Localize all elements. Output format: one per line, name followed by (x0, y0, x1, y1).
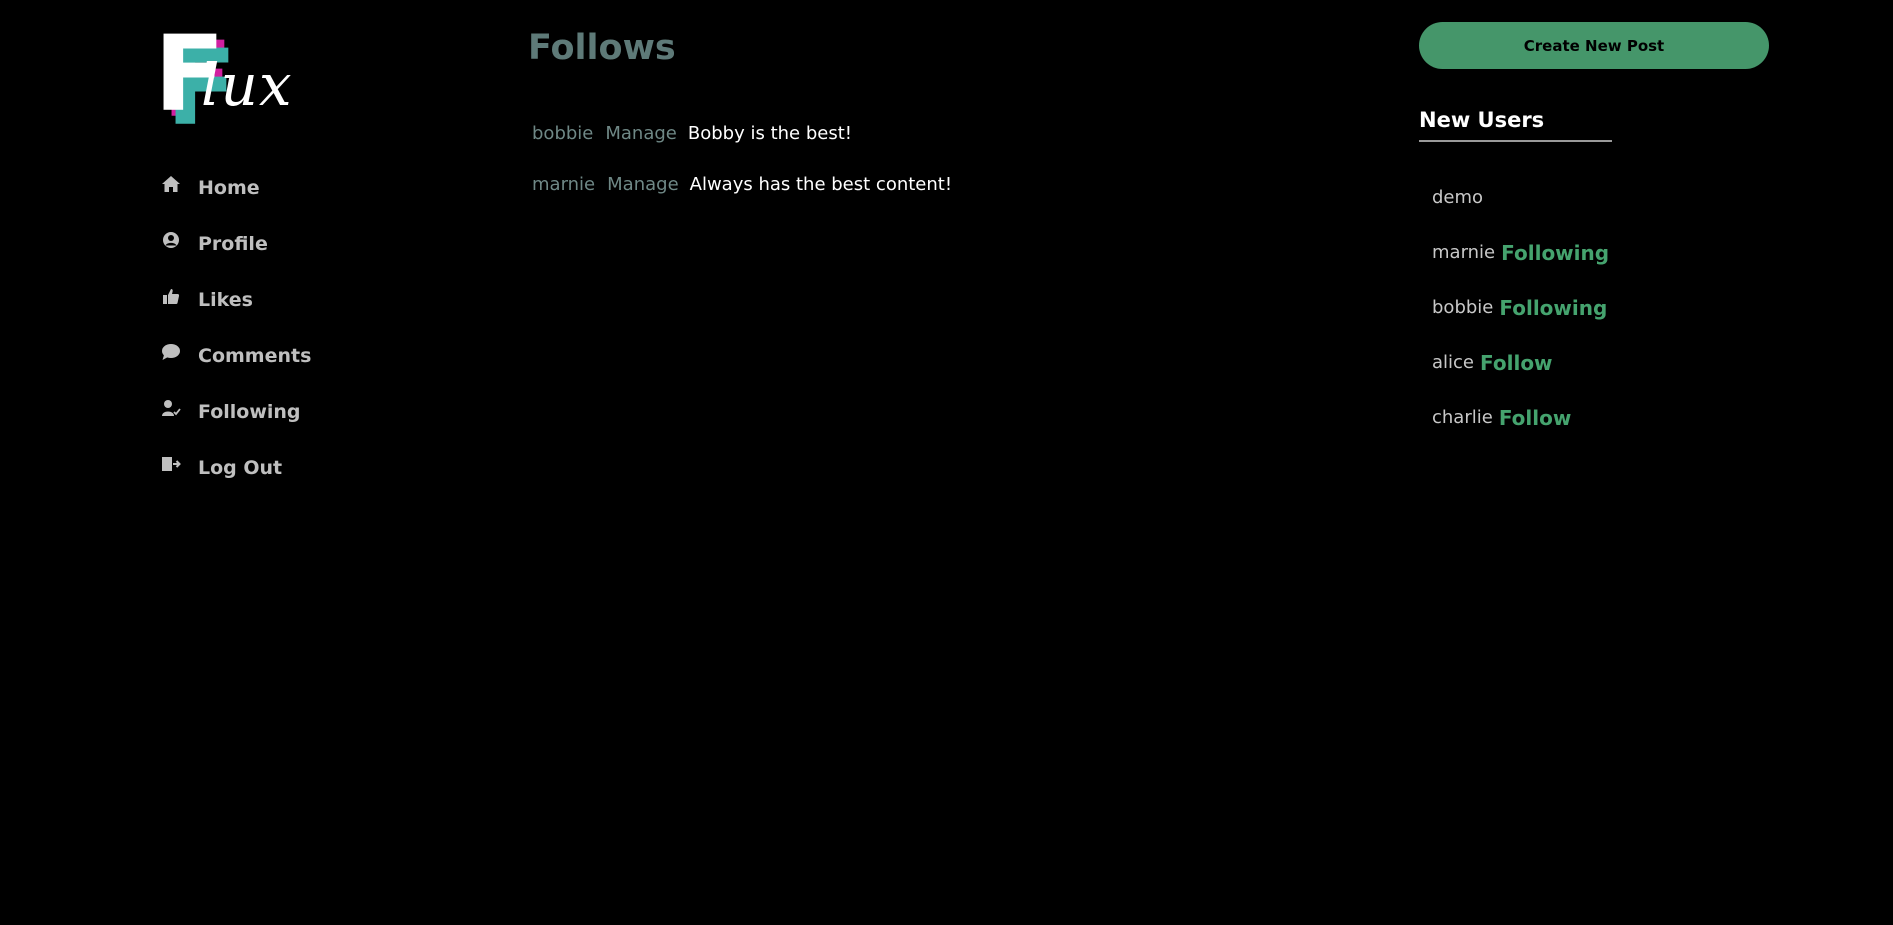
follow-row: bobbie Manage Bobby is the best! (532, 108, 952, 159)
new-users-heading: New Users (1419, 108, 1612, 142)
follow-note: Bobby is the best! (687, 123, 852, 144)
sidebar-nav: Home Profile Likes Comments Following Lo… (160, 160, 420, 496)
user-name-link[interactable]: marnie (1432, 242, 1495, 263)
logout-icon (160, 453, 182, 475)
home-icon (160, 173, 182, 195)
flux-logo[interactable]: F F F lux (152, 22, 293, 140)
nav-item-profile[interactable]: Profile (160, 216, 420, 272)
page: F F F lux Home Profile Likes Comments Fo… (0, 0, 1893, 925)
manage-follow-link[interactable]: Manage (605, 123, 677, 144)
user-circle-icon (160, 229, 182, 251)
new-users-list: demo marnie Following bobbie Following a… (1432, 170, 1609, 445)
nav-label-comments: Comments (198, 345, 312, 367)
nav-item-comments[interactable]: Comments (160, 328, 420, 384)
user-row-charlie: charlie Follow (1432, 390, 1609, 445)
user-row-alice: alice Follow (1432, 335, 1609, 390)
user-row-marnie: marnie Following (1432, 225, 1609, 280)
nav-item-logout[interactable]: Log Out (160, 440, 420, 496)
nav-label-logout: Log Out (198, 457, 283, 479)
manage-follow-link[interactable]: Manage (607, 174, 679, 195)
nav-label-following: Following (198, 401, 301, 423)
comment-icon (160, 341, 182, 363)
nav-label-likes: Likes (198, 289, 253, 311)
page-title: Follows (528, 28, 676, 68)
following-toggle-button[interactable]: Following (1501, 241, 1609, 265)
user-name-link[interactable]: alice (1432, 352, 1474, 373)
logo-wordmark: lux (201, 51, 293, 119)
nav-item-home[interactable]: Home (160, 160, 420, 216)
nav-item-likes[interactable]: Likes (160, 272, 420, 328)
nav-label-home: Home (198, 177, 260, 199)
follow-username-link[interactable]: marnie (532, 174, 595, 195)
follow-note: Always has the best content! (689, 174, 953, 195)
user-check-icon (160, 397, 182, 419)
user-row-demo: demo (1432, 170, 1609, 225)
follows-list: bobbie Manage Bobby is the best! marnie … (532, 108, 952, 210)
follow-button[interactable]: Follow (1499, 406, 1572, 430)
follow-row: marnie Manage Always has the best conten… (532, 159, 952, 210)
nav-label-profile: Profile (198, 233, 268, 255)
user-row-bobbie: bobbie Following (1432, 280, 1609, 335)
follow-button[interactable]: Follow (1480, 351, 1553, 375)
user-name-link[interactable]: demo (1432, 187, 1483, 208)
create-new-post-button[interactable]: Create New Post (1419, 22, 1769, 69)
user-name-link[interactable]: charlie (1432, 407, 1493, 428)
nav-item-following[interactable]: Following (160, 384, 420, 440)
follow-username-link[interactable]: bobbie (532, 123, 593, 144)
user-name-link[interactable]: bobbie (1432, 297, 1493, 318)
following-toggle-button[interactable]: Following (1499, 296, 1607, 320)
thumbs-up-icon (160, 285, 182, 307)
